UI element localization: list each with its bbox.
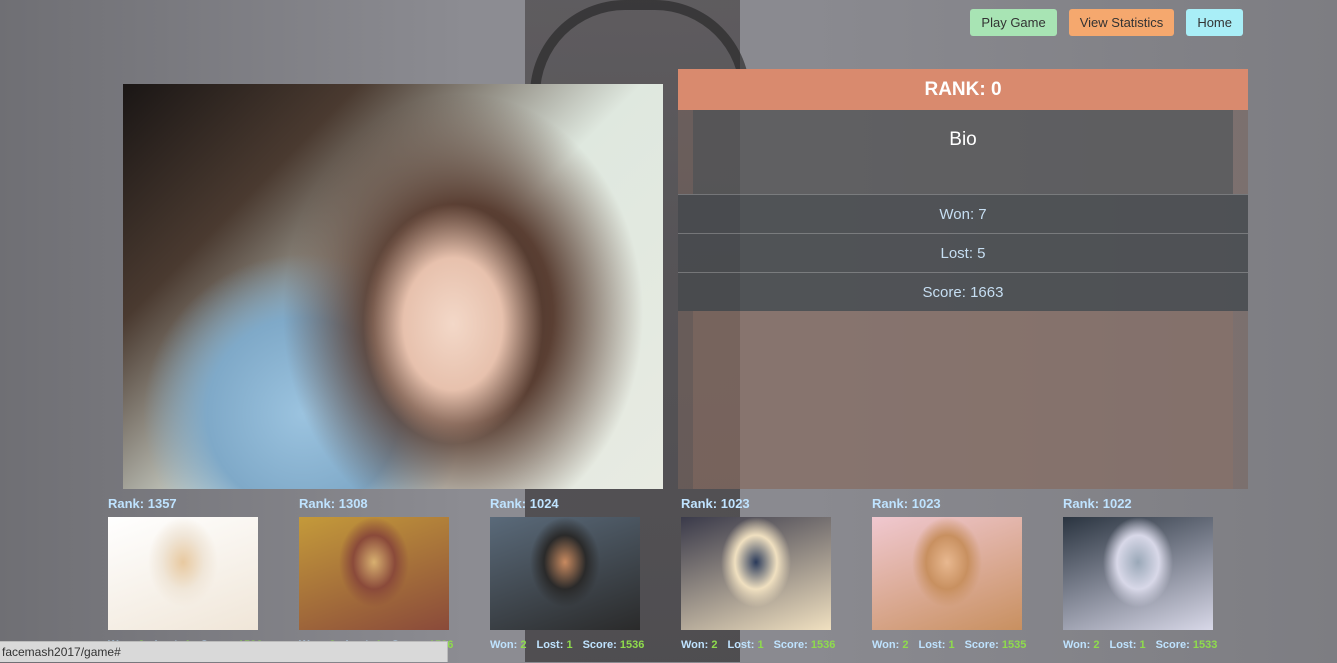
- play-game-button[interactable]: Play Game: [970, 9, 1057, 36]
- score-stat: Score: 1663: [678, 272, 1248, 311]
- thumbnail-lost-key: Lost:: [727, 639, 755, 651]
- thumbnail-score-key: Score:: [964, 639, 999, 651]
- thumbnail-score-key: Score:: [582, 639, 617, 651]
- contestant-info-panel: RANK: 0 Bio Won: 7 Lost: 5 Score: 1663: [678, 69, 1248, 489]
- thumbnail-photo[interactable]: [490, 517, 640, 630]
- thumbnail-score-value: 1536: [619, 639, 645, 651]
- thumbnail-won-key: Won:: [490, 639, 518, 651]
- thumbnail-rank: Rank: 1308: [299, 496, 368, 511]
- thumbnail-score-value: 1535: [1001, 639, 1027, 651]
- won-stat: Won: 7: [678, 194, 1248, 233]
- thumbnail-photo[interactable]: [299, 517, 449, 630]
- leaderboard-card: Rank: 1308Won: 2Lost: 1Score: 1536: [299, 496, 459, 651]
- view-statistics-button[interactable]: View Statistics: [1068, 9, 1175, 36]
- thumbnail-rank: Rank: 1357: [108, 496, 177, 511]
- thumbnail-photo[interactable]: [108, 517, 258, 630]
- thumbnail-score-key: Score:: [1155, 639, 1190, 651]
- bio-title: Bio: [949, 129, 977, 150]
- thumbnail-photo[interactable]: [872, 517, 1022, 630]
- leaderboard-card: Rank: 1023 Won: 2 Lost: 1 Score: 1536: [681, 496, 841, 651]
- thumbnail-lost-value: 1: [757, 639, 764, 651]
- thumbnail-lost-value: 1: [1139, 639, 1146, 651]
- thumbnail-photo[interactable]: [1063, 517, 1213, 630]
- contestant-photo[interactable]: [123, 84, 663, 489]
- panel-background-photo: [693, 311, 1233, 489]
- thumbnail-won-value: 2: [1093, 639, 1100, 651]
- thumbnail-lost-key: Lost:: [918, 639, 946, 651]
- thumbnail-lost-key: Lost:: [536, 639, 564, 651]
- bio-section: Bio: [693, 110, 1233, 194]
- thumbnail-won-value: 2: [711, 639, 718, 651]
- leaderboard-card: Rank: 1357Won: 2Lost: 1Score: 1536: [108, 496, 268, 651]
- thumbnail-won-key: Won:: [1063, 639, 1091, 651]
- browser-status-bar: facemash2017/game#: [0, 641, 448, 662]
- thumbnail-score-key: Score:: [773, 639, 808, 651]
- thumbnail-stats: Won: 2 Lost: 1 Score: 1535: [872, 639, 1032, 651]
- thumbnail-photo[interactable]: [681, 517, 831, 630]
- thumbnail-stats: Won: 2 Lost: 1 Score: 1536: [490, 639, 650, 651]
- leaderboard-card: Rank: 1024 Won: 2 Lost: 1 Score: 1536: [490, 496, 650, 651]
- rank-header: RANK: 0: [678, 69, 1248, 110]
- thumbnail-score-value: 1536: [810, 639, 836, 651]
- thumbnail-rank: Rank: 1023: [872, 496, 941, 511]
- thumbnail-rank: Rank: 1024: [490, 496, 559, 511]
- thumbnail-won-key: Won:: [681, 639, 709, 651]
- thumbnail-stats: Won: 2 Lost: 1 Score: 1536: [681, 639, 841, 651]
- thumbnail-won-value: 2: [902, 639, 909, 651]
- top-nav: Play Game View Statistics Home: [970, 9, 1243, 36]
- lost-stat: Lost: 5: [678, 233, 1248, 272]
- thumbnail-rank: Rank: 1023: [681, 496, 750, 511]
- thumbnail-rank: Rank: 1022: [1063, 496, 1132, 511]
- home-button[interactable]: Home: [1186, 9, 1243, 36]
- thumbnail-won-value: 2: [520, 639, 527, 651]
- thumbnail-won-key: Won:: [872, 639, 900, 651]
- thumbnail-lost-key: Lost:: [1109, 639, 1137, 651]
- thumbnail-lost-value: 1: [948, 639, 955, 651]
- thumbnail-stats: Won: 2 Lost: 1 Score: 1533: [1063, 639, 1223, 651]
- leaderboard-card: Rank: 1022 Won: 2 Lost: 1 Score: 1533: [1063, 496, 1223, 651]
- thumbnail-score-value: 1533: [1192, 639, 1218, 651]
- leaderboard-card: Rank: 1023 Won: 2 Lost: 1 Score: 1535: [872, 496, 1032, 651]
- thumbnail-lost-value: 1: [566, 639, 573, 651]
